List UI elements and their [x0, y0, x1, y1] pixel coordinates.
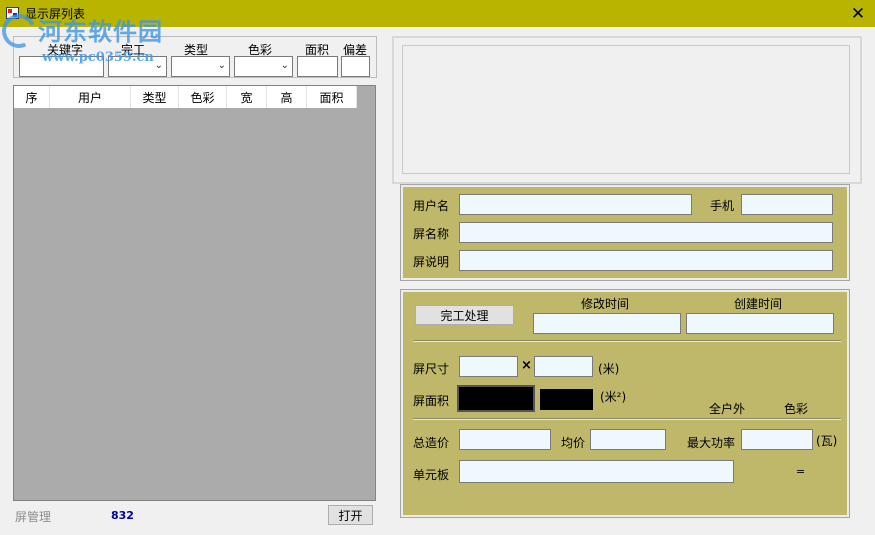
module-input[interactable] — [459, 460, 734, 483]
screen-desc-label: 屏说明 — [413, 255, 450, 269]
title-bar: 显示屏列表 ✕ — [0, 0, 875, 27]
username-label: 用户名 — [413, 199, 450, 213]
max-power-label: 最大功率 — [687, 436, 736, 450]
column-header-height[interactable]: 高 — [267, 86, 307, 108]
total-cost-input[interactable] — [459, 429, 551, 450]
screen-desc-input[interactable] — [459, 250, 833, 271]
divider — [413, 418, 841, 420]
record-count: 832 — [111, 509, 134, 522]
modified-time-field[interactable] — [533, 313, 681, 334]
phone-input[interactable] — [741, 194, 833, 215]
modified-time-label: 修改时间 — [581, 297, 630, 311]
max-power-input[interactable] — [741, 429, 813, 450]
module-label: 单元板 — [413, 468, 450, 482]
area-label: 屏面积 — [413, 394, 450, 408]
screen-preview — [392, 36, 862, 184]
area-input[interactable] — [297, 56, 338, 77]
column-header-index[interactable]: 序 — [14, 86, 50, 108]
equals-sign: = — [796, 465, 806, 478]
times-icon: × — [521, 358, 532, 373]
chevron-down-icon: ⌄ — [280, 60, 289, 71]
column-header-width[interactable]: 宽 — [227, 86, 267, 108]
unit-price-input[interactable] — [590, 429, 666, 450]
screen-name-label: 屏名称 — [413, 227, 450, 241]
power-unit: (瓦) — [816, 434, 838, 448]
column-header-user[interactable]: 用户 — [50, 86, 131, 108]
column-header-area[interactable]: 面积 — [307, 86, 357, 108]
app-icon — [6, 7, 19, 19]
type-select[interactable]: ⌄ — [171, 56, 230, 77]
color-select[interactable]: ⌄ — [234, 56, 293, 77]
screen-name-input[interactable] — [459, 222, 833, 243]
preview-frame — [402, 45, 850, 174]
screen-management-label: 屏管理 — [15, 510, 52, 524]
column-header-color[interactable]: 色彩 — [179, 86, 227, 108]
list-header: 序 用户 类型 色彩 宽 高 面积 — [14, 86, 357, 108]
height-input[interactable] — [534, 356, 593, 377]
unit-price-label: 均价 — [561, 436, 586, 450]
username-input[interactable] — [459, 194, 692, 215]
open-button[interactable]: 打开 — [328, 505, 373, 525]
size-unit: (米) — [598, 362, 620, 376]
close-button[interactable]: ✕ — [841, 0, 875, 27]
window-title: 显示屏列表 — [25, 7, 86, 21]
full-outdoor-label: 全户外 — [709, 402, 746, 416]
keyword-input[interactable] — [19, 56, 104, 77]
total-cost-label: 总造价 — [413, 436, 450, 450]
chevron-down-icon: ⌄ — [217, 60, 226, 71]
screen-list[interactable]: 序 用户 类型 色彩 宽 高 面积 — [13, 85, 376, 501]
size-label: 屏尺寸 — [413, 362, 450, 376]
tolerance-input[interactable] — [341, 56, 370, 77]
phone-label: 手机 — [710, 199, 735, 213]
column-header-type[interactable]: 类型 — [131, 86, 179, 108]
done-select[interactable]: ⌄ — [108, 56, 167, 77]
area-secondary-box — [540, 389, 593, 410]
info-panel: 用户名 手机 屏名称 屏说明 — [400, 184, 850, 281]
divider — [413, 340, 841, 342]
width-input[interactable] — [459, 356, 518, 377]
created-time-field[interactable] — [686, 313, 834, 334]
created-time-label: 创建时间 — [734, 297, 783, 311]
chevron-down-icon: ⌄ — [154, 60, 163, 71]
complete-processing-button[interactable]: 完工处理 — [415, 305, 514, 325]
color-detail-label: 色彩 — [784, 402, 809, 416]
area-unit: (米²) — [600, 390, 627, 404]
details-panel: 完工处理 修改时间 创建时间 屏尺寸 × (米) 屏面积 (米²) 全户外 色彩… — [400, 289, 850, 518]
area-value-box — [457, 385, 535, 412]
